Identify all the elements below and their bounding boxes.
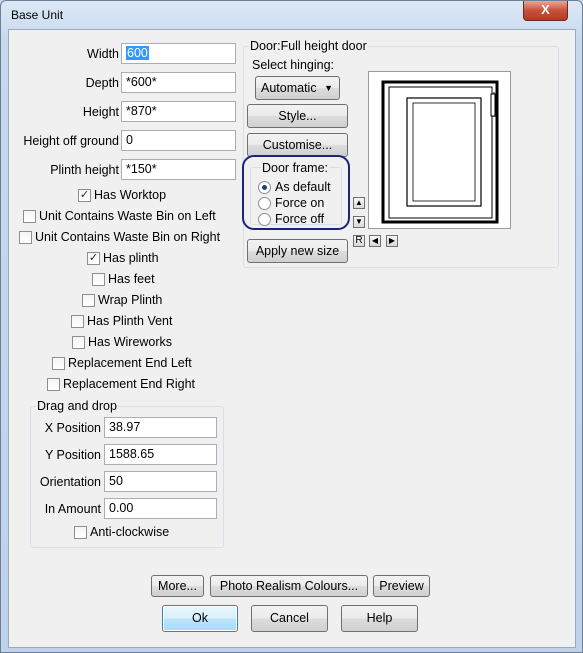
- replacement-end-left-box: [52, 356, 65, 370]
- style-button[interactable]: Style...: [247, 104, 348, 128]
- frame-as-default-label: As default: [275, 180, 331, 194]
- waste-bin-right-label: Unit Contains Waste Bin on Right: [35, 230, 221, 244]
- frame-as-default-radio[interactable]: As default: [258, 180, 331, 194]
- has-plinth-check-icon: ✓: [87, 251, 100, 265]
- replacement-end-left-label: Replacement End Left: [68, 356, 192, 370]
- arrow-right-icon[interactable]: ▶: [386, 235, 398, 247]
- has-wireworks-label: Has Wireworks: [88, 335, 173, 349]
- width-input[interactable]: 600: [121, 43, 236, 64]
- plinth-height-input[interactable]: *150*: [121, 159, 236, 180]
- anti-clockwise-label: Anti-clockwise: [90, 525, 170, 539]
- dialog-window: Base Unit X Width 600 Depth *600* Height…: [0, 0, 583, 653]
- replacement-end-right-box: [47, 377, 60, 391]
- hinging-value: Automatic: [261, 81, 317, 95]
- door-frame-title: Door frame:: [261, 161, 329, 175]
- more-button[interactable]: More...: [151, 575, 204, 597]
- plinth-height-label: Plinth height: [50, 163, 119, 177]
- door-group-title: Door:Full height door: [249, 39, 368, 53]
- waste-bin-left-checkbox[interactable]: Unit Contains Waste Bin on Left: [23, 209, 216, 223]
- y-position-label: Y Position: [44, 448, 101, 462]
- in-amount-input[interactable]: 0.00: [104, 498, 217, 519]
- has-plinth-vent-label: Has Plinth Vent: [87, 314, 173, 328]
- preview-button[interactable]: Preview: [373, 575, 430, 597]
- has-worktop-label: Has Worktop: [94, 188, 167, 202]
- has-plinth-checkbox[interactable]: ✓ Has plinth: [87, 251, 159, 265]
- door-preview: [368, 71, 511, 229]
- in-amount-label: In Amount: [44, 502, 101, 516]
- x-position-input[interactable]: 38.97: [104, 417, 217, 438]
- photo-realism-colours-button[interactable]: Photo Realism Colours...: [210, 575, 368, 597]
- y-position-input[interactable]: 1588.65: [104, 444, 217, 465]
- dialog-client-area: Width 600 Depth *600* Height *870* Heigh…: [8, 29, 576, 648]
- width-value: 600: [126, 46, 149, 60]
- replacement-end-right-checkbox[interactable]: Replacement End Right: [47, 377, 195, 391]
- depth-label: Depth: [85, 76, 119, 90]
- arrow-left-icon[interactable]: ◀: [369, 235, 381, 247]
- ok-button[interactable]: Ok: [162, 605, 238, 632]
- waste-bin-right-box: [19, 230, 32, 244]
- reset-button[interactable]: R: [353, 235, 365, 247]
- x-position-label: X Position: [44, 421, 101, 435]
- has-feet-box: [92, 272, 105, 286]
- has-plinth-label: Has plinth: [103, 251, 159, 265]
- cancel-button[interactable]: Cancel: [251, 605, 328, 632]
- replacement-end-left-checkbox[interactable]: Replacement End Left: [52, 356, 192, 370]
- replacement-end-right-label: Replacement End Right: [63, 377, 196, 391]
- radio-selected-icon: [258, 180, 271, 194]
- has-plinth-vent-checkbox[interactable]: Has Plinth Vent: [71, 314, 172, 328]
- depth-input[interactable]: *600*: [121, 72, 236, 93]
- radio-icon: [258, 196, 271, 210]
- customise-button[interactable]: Customise...: [247, 133, 348, 157]
- close-button[interactable]: X: [523, 1, 568, 21]
- drag-drop-title: Drag and drop: [36, 399, 118, 413]
- wrap-plinth-label: Wrap Plinth: [98, 293, 163, 307]
- hinging-dropdown[interactable]: Automatic ▼: [255, 76, 340, 100]
- frame-force-on-radio[interactable]: Force on: [258, 196, 324, 210]
- window-title: Base Unit: [11, 8, 64, 22]
- waste-bin-left-box: [23, 209, 36, 223]
- arrow-up-icon[interactable]: ▲: [353, 197, 365, 209]
- has-wireworks-checkbox[interactable]: Has Wireworks: [72, 335, 172, 349]
- has-plinth-vent-box: [71, 314, 84, 328]
- wrap-plinth-box: [82, 293, 95, 307]
- height-input[interactable]: *870*: [121, 101, 236, 122]
- has-worktop-checkbox[interactable]: ✓ Has Worktop: [78, 188, 166, 202]
- anti-clockwise-checkbox[interactable]: Anti-clockwise: [74, 525, 169, 539]
- has-wireworks-box: [72, 335, 85, 349]
- frame-force-off-label: Force off: [275, 212, 325, 226]
- anti-clockwise-box: [74, 525, 87, 539]
- waste-bin-right-checkbox[interactable]: Unit Contains Waste Bin on Right: [19, 230, 220, 244]
- radio-icon: [258, 212, 271, 226]
- select-hinging-label: Select hinging:: [252, 58, 335, 72]
- height-off-ground-input[interactable]: 0: [121, 130, 236, 151]
- has-feet-label: Has feet: [108, 272, 155, 286]
- arrow-down-icon[interactable]: ▼: [353, 216, 365, 228]
- apply-new-size-button[interactable]: Apply new size: [247, 239, 348, 263]
- width-label: Width: [87, 47, 119, 61]
- waste-bin-left-label: Unit Contains Waste Bin on Left: [39, 209, 216, 223]
- height-off-ground-label: Height off ground: [23, 134, 119, 148]
- help-button[interactable]: Help: [341, 605, 418, 632]
- orientation-input[interactable]: 50: [104, 471, 217, 492]
- wrap-plinth-checkbox[interactable]: Wrap Plinth: [82, 293, 162, 307]
- has-worktop-check-icon: ✓: [78, 188, 91, 202]
- frame-force-on-label: Force on: [275, 196, 325, 210]
- orientation-label: Orientation: [39, 475, 101, 489]
- chevron-down-icon: ▼: [324, 83, 333, 93]
- has-feet-checkbox[interactable]: Has feet: [92, 272, 155, 286]
- frame-force-off-radio[interactable]: Force off: [258, 212, 324, 226]
- height-label: Height: [82, 105, 119, 119]
- door-preview-icon: [381, 80, 499, 224]
